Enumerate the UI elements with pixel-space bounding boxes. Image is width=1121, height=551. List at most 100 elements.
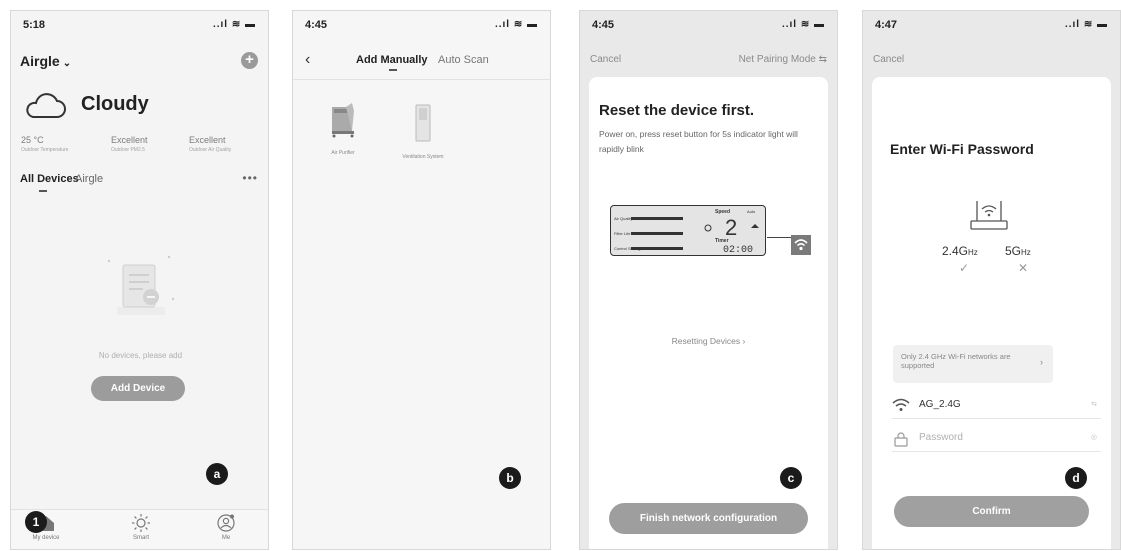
page-title: Reset the device first. bbox=[599, 102, 755, 119]
tab-all-devices[interactable]: All Devices bbox=[20, 173, 79, 185]
lcd-filter-life-label: Filter Life bbox=[614, 231, 631, 236]
router-icon bbox=[970, 201, 1008, 230]
home-selector[interactable]: Airgle ⌄ bbox=[20, 53, 71, 69]
weather-label: Cloudy bbox=[81, 93, 149, 115]
tab-indicator bbox=[389, 69, 397, 71]
lock-icon bbox=[894, 432, 908, 447]
callout-badge: c bbox=[780, 467, 802, 489]
chevron-right-icon: › bbox=[1040, 357, 1043, 367]
empty-state-text: No devices, please add bbox=[98, 351, 183, 360]
band-label: 5G bbox=[1005, 244, 1022, 258]
reset-instructions: Power on, press reset button for 5s indi… bbox=[599, 129, 798, 154]
metric-label: Outdoor PM2.5 bbox=[111, 147, 145, 153]
wifi-icon bbox=[892, 398, 910, 411]
callout-badge: d bbox=[1065, 467, 1087, 489]
nav-smart[interactable]: Smart bbox=[111, 514, 171, 541]
metric-label: Outdoor Air Quality bbox=[189, 147, 232, 153]
metric-value: Excellent bbox=[111, 135, 148, 145]
callout-badge: b bbox=[499, 467, 521, 489]
switch-network-icon[interactable]: ⇆ bbox=[1091, 400, 1097, 408]
nav-label: Me bbox=[221, 535, 231, 541]
wifi-indicator-callout bbox=[791, 235, 811, 255]
band-24ghz: 2.4GHz bbox=[942, 244, 978, 258]
cloud-icon bbox=[26, 93, 66, 118]
pointer-line bbox=[767, 237, 791, 238]
lcd-panel-icon: Air Quality Filter Life Control Setting … bbox=[614, 209, 759, 256]
status-time: 5:18 bbox=[23, 19, 46, 31]
metric-temperature: 25 °C Outdoor Temperature bbox=[21, 135, 68, 153]
chevron-down-icon: ⌄ bbox=[62, 58, 72, 69]
device-tabs: All Devices Airgle ••• bbox=[20, 171, 258, 193]
tab-auto-scan[interactable]: Auto Scan bbox=[438, 54, 489, 66]
status-icons: ..ıl ≋ ▬ bbox=[1064, 19, 1108, 30]
band-unit: Hz bbox=[1021, 248, 1031, 257]
tab-indicator bbox=[39, 190, 47, 192]
status-bar: 4:45 ..ıl ≋ ▬ bbox=[305, 19, 538, 33]
band-unit: Hz bbox=[968, 248, 978, 257]
status-icons: ..ıl ≋ ▬ bbox=[781, 19, 825, 30]
metric-value: Excellent bbox=[189, 135, 226, 145]
nav-label: Smart bbox=[132, 535, 149, 541]
product-label: Ventilation System bbox=[402, 154, 444, 160]
resetting-devices-link[interactable]: Resetting Devices › bbox=[589, 336, 828, 346]
callout-number: 1 bbox=[25, 511, 47, 533]
pairing-mode-button[interactable]: Net Pairing Mode ⇆ bbox=[739, 54, 827, 65]
sun-icon bbox=[132, 514, 150, 532]
lcd-timer-value: 02:00 bbox=[723, 245, 753, 254]
callout-badge: a bbox=[206, 463, 228, 485]
lcd-control-label: Control Setting bbox=[614, 246, 640, 251]
wifi-ssid-field[interactable]: AG_2.4G ⇆ bbox=[892, 393, 1101, 419]
password-placeholder: Password bbox=[919, 432, 963, 443]
ssid-value: AG_2.4G bbox=[919, 399, 961, 410]
lcd-speed-value: 2 bbox=[725, 215, 737, 240]
product-air-purifier[interactable]: Air Purifier bbox=[313, 103, 373, 157]
status-bar: 4:47 ..ıl ≋ ▬ bbox=[875, 19, 1108, 33]
screen-reset-device: 4:45 ..ıl ≋ ▬ Cancel Net Pairing Mode ⇆ … bbox=[579, 10, 838, 550]
status-time: 4:45 bbox=[592, 19, 615, 31]
cancel-button[interactable]: Cancel bbox=[873, 54, 904, 65]
empty-document-icon bbox=[107, 255, 175, 315]
add-plus-button[interactable]: + bbox=[241, 52, 258, 69]
cancel-button[interactable]: Cancel bbox=[590, 54, 621, 65]
status-time: 4:47 bbox=[875, 19, 898, 31]
fan-icon bbox=[704, 224, 712, 232]
check-icon: ✓ bbox=[959, 261, 970, 275]
status-icons: ..ıl ≋ ▬ bbox=[494, 19, 538, 30]
band-hint[interactable]: Only 2.4 GHz Wi-Fi networks are supporte… bbox=[893, 345, 1053, 383]
product-ventilation-system[interactable]: Ventilation System bbox=[393, 103, 453, 161]
metric-pm25: Excellent Outdoor PM2.5 bbox=[111, 135, 148, 153]
password-field[interactable]: Password ◎ bbox=[892, 426, 1101, 452]
lcd-wifi-icon bbox=[751, 224, 759, 228]
lcd-timer-label: Timer bbox=[715, 238, 729, 244]
lcd-auto-label: Auto bbox=[747, 209, 756, 214]
add-device-button[interactable]: Add Device bbox=[91, 376, 185, 401]
ventilation-system-icon bbox=[415, 104, 431, 142]
back-icon[interactable]: ‹ bbox=[305, 51, 310, 69]
profile-icon bbox=[217, 514, 235, 532]
status-bar: 4:45 ..ıl ≋ ▬ bbox=[592, 19, 825, 33]
band-label: 2.4G bbox=[942, 244, 969, 258]
band-5ghz: 5GHz bbox=[1005, 244, 1031, 258]
nav-label: My device bbox=[32, 535, 60, 541]
tab-add-manually[interactable]: Add Manually bbox=[356, 54, 428, 66]
more-icon[interactable]: ••• bbox=[242, 171, 258, 185]
bottom-nav: My device Smart Me bbox=[11, 509, 268, 549]
nav-me[interactable]: Me bbox=[196, 514, 256, 541]
product-label: Air Purifier bbox=[331, 150, 355, 156]
tab-airgle[interactable]: Airgle bbox=[75, 173, 103, 185]
eye-icon[interactable]: ◎ bbox=[1091, 433, 1097, 441]
screen-wifi-password: 4:47 ..ıl ≋ ▬ Cancel Enter Wi-Fi Passwor… bbox=[862, 10, 1121, 550]
status-bar: 5:18 ..ıl ≋ ▬ bbox=[23, 19, 256, 33]
page-title: Enter Wi-Fi Password bbox=[890, 141, 1034, 157]
hint-text: Only 2.4 GHz Wi-Fi networks are supporte… bbox=[901, 352, 1011, 370]
confirm-button[interactable]: Confirm bbox=[894, 496, 1089, 527]
divider bbox=[293, 79, 550, 80]
weather-metrics: 25 °C Outdoor Temperature Excellent Outd… bbox=[21, 135, 258, 159]
status-time: 4:45 bbox=[305, 19, 328, 31]
cross-icon: ✕ bbox=[1018, 261, 1029, 275]
metric-value: 25 °C bbox=[21, 135, 44, 145]
finish-configuration-button[interactable]: Finish network configuration bbox=[609, 503, 808, 534]
metric-air-quality: Excellent Outdoor Air Quality bbox=[189, 135, 231, 153]
lcd-air-quality-label: Air Quality bbox=[614, 216, 632, 221]
screen-home: 5:18 ..ıl ≋ ▬ Airgle ⌄ + Cloudy 25 °C Out… bbox=[10, 10, 269, 550]
